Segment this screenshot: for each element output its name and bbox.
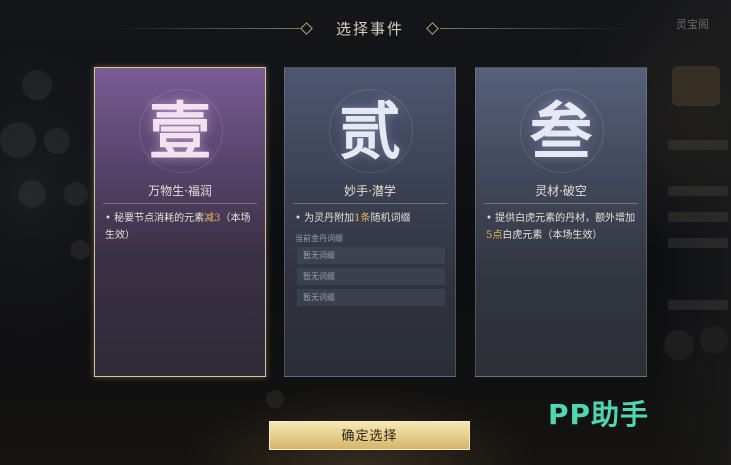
desc-text: 秘要节点消耗的元素 [114, 213, 205, 224]
bullet: • [295, 213, 305, 224]
card-divider [103, 203, 257, 204]
side-panel-row [668, 140, 728, 150]
title-ornament-left [300, 22, 313, 35]
card-numeral: 壹 [148, 95, 211, 168]
event-card-1[interactable]: 壹 万物生·福润 • 秘要节点消耗的元素减3（本场生效） [94, 67, 266, 377]
bullet: • [486, 213, 496, 224]
title-bar: 选择事件 [0, 0, 731, 50]
background-bubble [18, 180, 46, 208]
affix-slot: 暂无词缀 [297, 247, 445, 264]
title-divider-left [110, 28, 300, 29]
title-ornament-right [426, 22, 439, 35]
side-panel-row [668, 300, 728, 310]
card-numeral: 叁 [529, 95, 592, 168]
confirm-selection-button[interactable]: 确定选择 [269, 421, 470, 450]
desc-highlight: 5点 [486, 230, 503, 241]
event-card-2[interactable]: 贰 妙手·潜学 • 为灵丹附加1条随机词缀 当前金丹词缀 暂无词缀 暂无词缀 暂… [284, 67, 456, 377]
background-bubble [64, 182, 88, 206]
title-divider-right [440, 28, 630, 29]
bullet: • [105, 213, 115, 224]
card-description: • 提供白虎元素的丹材，额外增加 5点白虎元素（本场生效） [486, 210, 640, 244]
card-description: • 秘要节点消耗的元素减3（本场生效） [105, 210, 259, 244]
card-emblem: 贰 [285, 80, 455, 180]
desc-highlight: 1条 [354, 213, 371, 224]
page-title: 选择事件 [335, 20, 404, 38]
affix-slot: 暂无词缀 [297, 268, 445, 285]
desc-text: 白虎元素（本场生效） [502, 230, 603, 241]
event-selection-screen: 灵宝阁 选择事件 壹 万物生·福润 • 秘要节点消耗的元素减3（本场生效） 贰 … [0, 0, 731, 465]
desc-highlight: 减3 [204, 213, 221, 224]
desc-text: 随机词缀 [370, 213, 411, 224]
side-panel-item-icon [672, 66, 720, 106]
card-emblem: 壹 [95, 80, 265, 180]
card-title: 妙手·潜学 [344, 184, 396, 198]
card-numeral: 贰 [338, 95, 401, 168]
side-panel-row [668, 186, 728, 196]
desc-text: 提供白虎元素的丹材，额外增加 [495, 213, 636, 224]
card-divider [484, 203, 638, 204]
side-panel-row [668, 238, 728, 248]
background-bubble [22, 70, 52, 100]
card-description: • 为灵丹附加1条随机词缀 [295, 210, 449, 227]
event-card-3[interactable]: 叁 灵材·破空 • 提供白虎元素的丹材，额外增加 5点白虎元素（本场生效） [475, 67, 647, 377]
side-panel-row [668, 212, 728, 222]
watermark-logo: PP助手 [548, 398, 650, 431]
current-affix-label: 当前金丹词缀 [295, 234, 343, 243]
background-bubble [44, 128, 70, 154]
desc-text: 为灵丹附加 [304, 213, 355, 224]
card-title: 灵材·破空 [535, 184, 587, 198]
card-emblem: 叁 [476, 80, 646, 180]
background-bubble [266, 390, 284, 408]
background-bubble [0, 122, 36, 158]
background-bubble [70, 240, 90, 260]
card-divider [293, 203, 447, 204]
affix-slot: 暂无词缀 [297, 289, 445, 306]
card-title: 万物生·福润 [148, 184, 212, 198]
